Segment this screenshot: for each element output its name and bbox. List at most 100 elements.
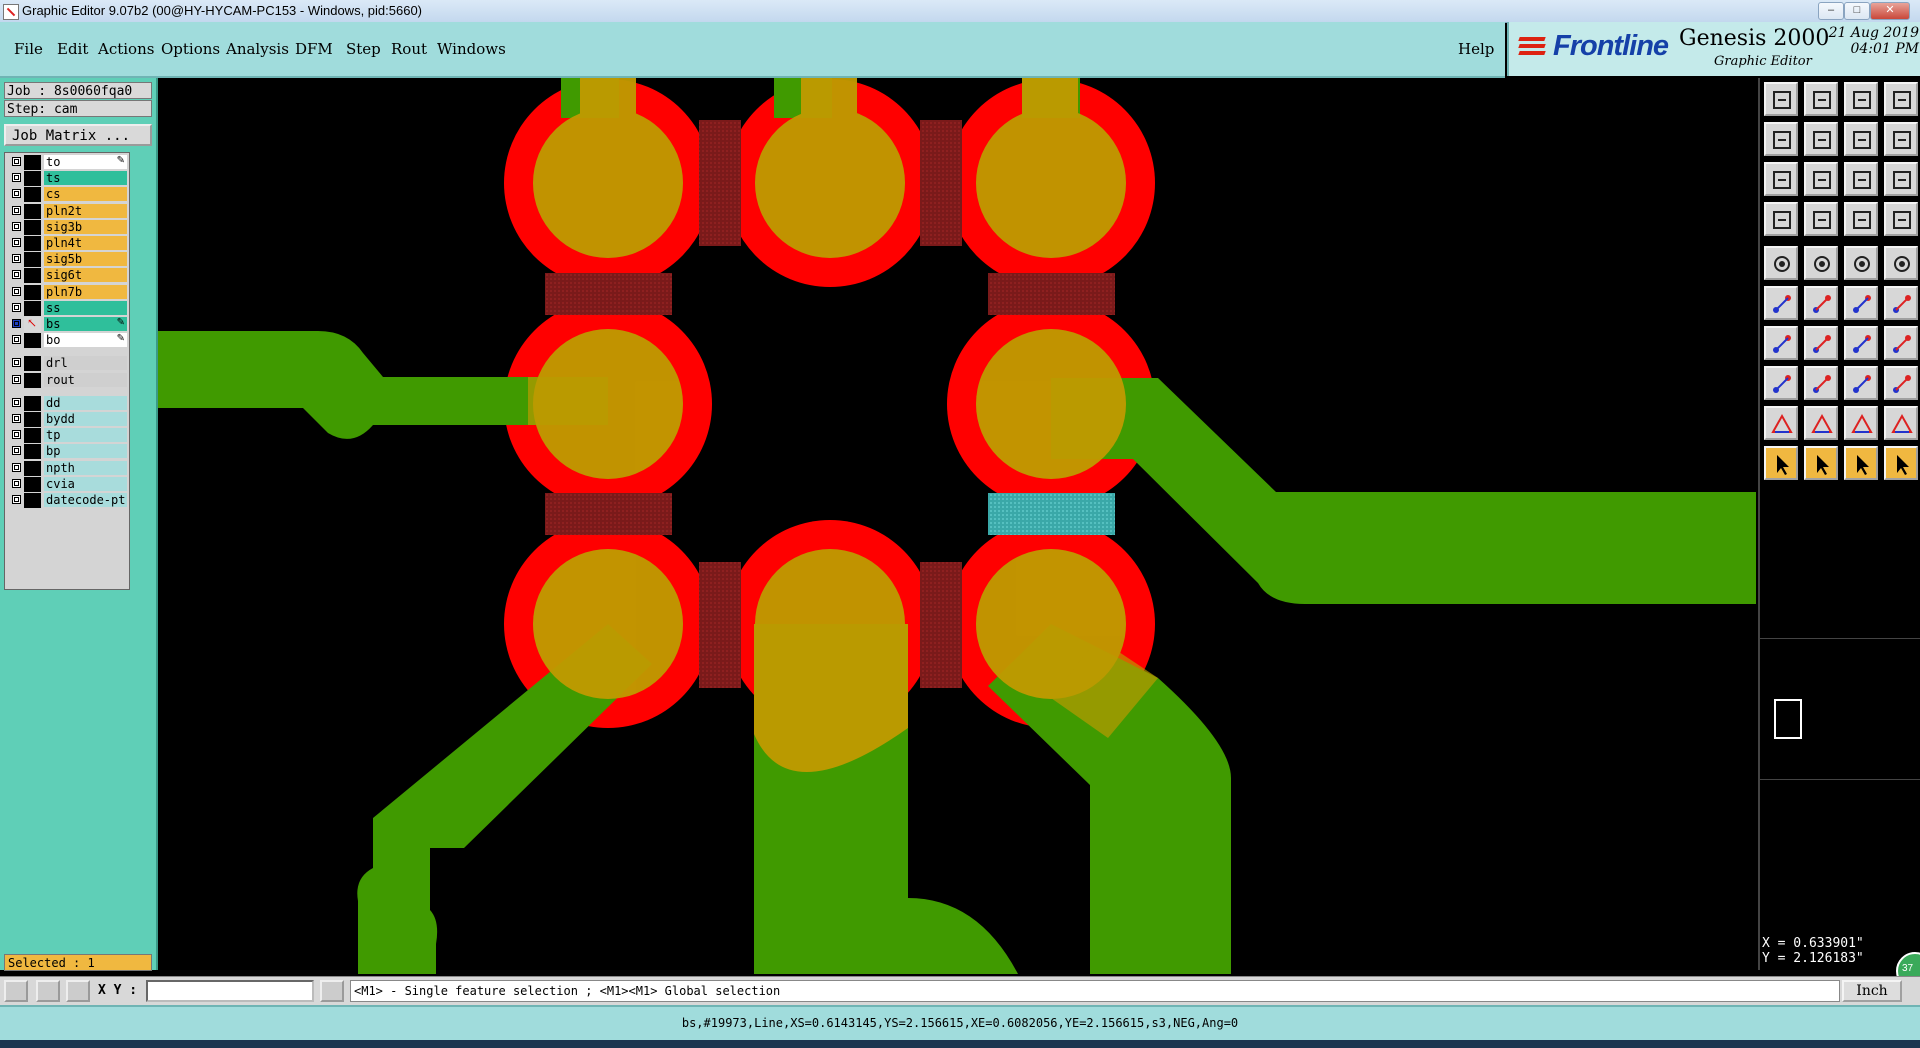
layer-affected-toggle[interactable]	[24, 460, 41, 476]
menu-file[interactable]: File	[14, 40, 43, 58]
layer-up-icon[interactable]	[1764, 82, 1798, 116]
line-icon[interactable]	[1764, 326, 1798, 360]
layer-name[interactable]: sig5b	[44, 252, 127, 267]
layer-row-pln4t[interactable]: pln4t	[7, 236, 127, 251]
layer-row-pln7b[interactable]: pln7b	[7, 284, 127, 300]
layer-name[interactable]: datecode-pt	[44, 493, 127, 507]
layer-affected-toggle[interactable]	[24, 428, 41, 444]
select-route-icon[interactable]	[1884, 446, 1918, 480]
layer-row-drl[interactable]: drl	[7, 356, 127, 372]
close-button[interactable]: ✕	[1870, 2, 1910, 20]
layer-checkbox[interactable]	[12, 397, 21, 407]
angle-mode-icon[interactable]	[36, 980, 60, 1002]
maximize-button[interactable]: □	[1844, 2, 1870, 20]
menu-dfm[interactable]: DFM	[295, 40, 333, 58]
layer-checkbox[interactable]	[12, 319, 21, 328]
job-matrix-button[interactable]: Job Matrix ...	[4, 124, 152, 146]
add-pad-icon[interactable]	[1764, 246, 1798, 280]
layer-row-cs[interactable]: cs	[7, 187, 127, 203]
work-layer-icon[interactable]: ↖	[24, 316, 41, 332]
layer-affected-toggle[interactable]	[24, 395, 41, 411]
array-icon[interactable]	[1884, 366, 1918, 400]
layer-checkbox[interactable]	[12, 446, 21, 456]
triangle-icon[interactable]	[1764, 406, 1798, 440]
select3-icon[interactable]	[1844, 446, 1878, 480]
layer-checkbox[interactable]	[12, 157, 21, 166]
layer-checkbox[interactable]	[12, 358, 21, 368]
layer-name[interactable]: sig6t	[44, 268, 127, 283]
layer-row-to[interactable]: to ✎	[7, 155, 127, 170]
add-surface-icon[interactable]	[1804, 246, 1838, 280]
step-left-icon[interactable]	[1764, 122, 1798, 156]
pad-edit-icon[interactable]	[1764, 366, 1798, 400]
layer-row-sig6t[interactable]: sig6t	[7, 268, 127, 284]
layer-affected-toggle[interactable]	[24, 412, 41, 427]
layer-affected-toggle[interactable]	[24, 372, 41, 388]
layer-name[interactable]: ts	[44, 171, 127, 186]
menu-rout[interactable]: Rout	[391, 40, 427, 58]
home-icon[interactable]	[1844, 82, 1878, 116]
layer-checkbox[interactable]	[12, 286, 21, 296]
pan-right-icon[interactable]	[1884, 122, 1918, 156]
menu-windows[interactable]: Windows	[437, 40, 506, 58]
zoom-move-icon[interactable]	[1804, 162, 1838, 196]
layer-name[interactable]: cvia	[44, 476, 127, 491]
snap-icon[interactable]	[1764, 202, 1798, 236]
layer-checkbox[interactable]	[12, 495, 21, 504]
layer-name[interactable]: ss	[44, 300, 127, 315]
layer-name[interactable]: cs	[44, 187, 127, 202]
layer-row-bp[interactable]: bp	[7, 444, 127, 460]
minimize-button[interactable]: –	[1818, 2, 1844, 20]
text-a-icon[interactable]	[1804, 406, 1838, 440]
layer-name[interactable]: to	[44, 155, 127, 169]
layer-checkbox[interactable]	[12, 205, 21, 215]
break-icon[interactable]	[1884, 286, 1918, 320]
menu-help[interactable]: Help	[1458, 40, 1494, 58]
pad-icon[interactable]	[1884, 246, 1918, 280]
layer-checkbox[interactable]	[12, 238, 21, 247]
menu-step[interactable]: Step	[346, 40, 381, 58]
layer-name[interactable]: tp	[44, 428, 127, 443]
select-icon[interactable]	[1764, 446, 1798, 480]
layer-checkbox[interactable]	[12, 414, 21, 423]
dash-icon[interactable]	[1804, 366, 1838, 400]
layer-row-npth[interactable]: npth	[7, 460, 127, 476]
menu-edit[interactable]: Edit	[57, 40, 88, 58]
layer-checkbox[interactable]	[12, 430, 21, 440]
layer-name[interactable]: pln4t	[44, 236, 127, 250]
zoom-1to2-icon[interactable]	[1844, 162, 1878, 196]
layer-name[interactable]: bo	[44, 333, 127, 348]
layer-name[interactable]: bs	[44, 317, 127, 331]
layer-checkbox[interactable]	[12, 462, 21, 472]
layer-checkbox[interactable]	[12, 189, 21, 199]
profile-icon[interactable]	[1844, 202, 1878, 236]
layer-row-pln2t[interactable]: pln2t	[7, 203, 127, 219]
layer-row-cvia[interactable]: cvia	[7, 476, 127, 492]
layer-affected-toggle[interactable]	[24, 493, 41, 508]
menu-options[interactable]: Options	[161, 40, 220, 58]
cursor-mode-icon[interactable]	[320, 980, 344, 1002]
layer-affected-toggle[interactable]	[24, 236, 41, 251]
layer-name[interactable]: bydd	[44, 412, 127, 426]
menu-actions[interactable]: Actions	[98, 40, 154, 58]
layer-affected-toggle[interactable]	[24, 171, 41, 187]
line-mode-icon[interactable]	[4, 980, 28, 1002]
layer-checkbox[interactable]	[12, 221, 21, 231]
bracket-icon[interactable]	[1844, 366, 1878, 400]
arc-icon[interactable]	[1844, 326, 1878, 360]
layer-row-sig5b[interactable]: sig5b	[7, 252, 127, 268]
layer-name[interactable]: pln7b	[44, 284, 127, 299]
layer-row-bydd[interactable]: bydd	[7, 412, 127, 427]
layer-affected-toggle[interactable]	[24, 268, 41, 284]
layer-row-rout[interactable]: rout	[7, 372, 127, 388]
layer-affected-toggle[interactable]	[24, 155, 41, 170]
zoom-fit-icon[interactable]	[1764, 162, 1798, 196]
grid-snap-icon[interactable]	[66, 980, 90, 1002]
layer-affected-toggle[interactable]	[24, 284, 41, 300]
layer-affected-toggle[interactable]	[24, 333, 41, 349]
layer-checkbox[interactable]	[12, 270, 21, 280]
xy-input[interactable]	[146, 980, 314, 1002]
delete-node-icon[interactable]	[1804, 286, 1838, 320]
measure-icon[interactable]	[1844, 246, 1878, 280]
layer-affected-toggle[interactable]	[24, 187, 41, 203]
